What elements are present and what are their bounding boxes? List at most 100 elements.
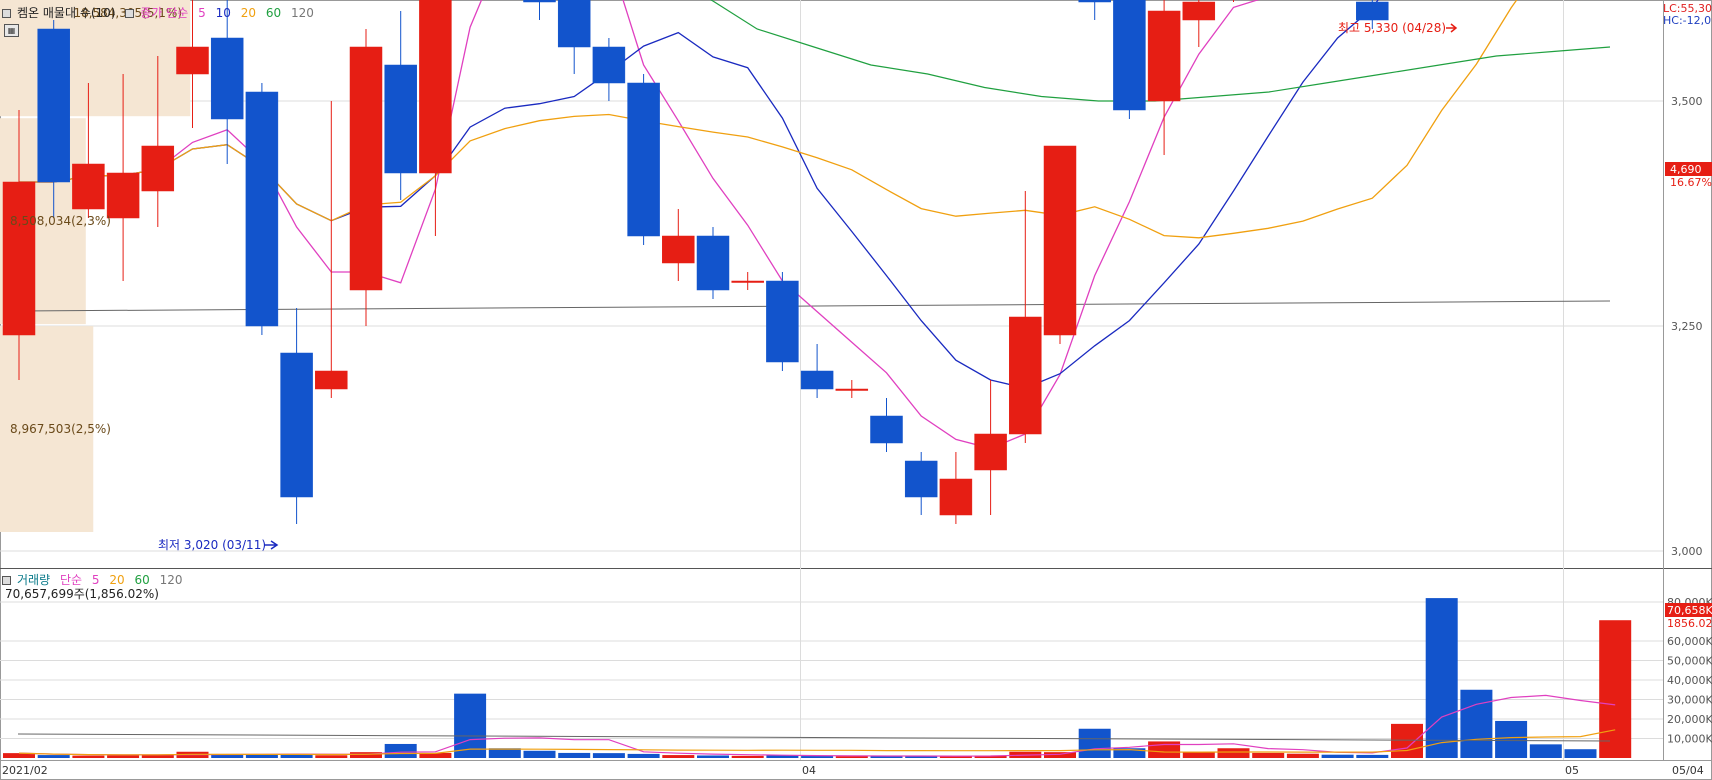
candle-body bbox=[523, 0, 556, 3]
candle-body bbox=[627, 82, 660, 237]
ma-settings-icon[interactable] bbox=[125, 9, 135, 18]
volume-bar bbox=[662, 755, 695, 758]
volume-bar bbox=[592, 753, 625, 758]
volume-bar bbox=[801, 756, 834, 758]
volume-bar bbox=[384, 743, 417, 758]
volume-bar bbox=[107, 755, 140, 758]
candlesticks bbox=[2, 0, 1389, 524]
x-axis-label: 2021/02 bbox=[2, 764, 48, 777]
volume-tick-label: 30,000K bbox=[1667, 694, 1712, 707]
candle-body bbox=[800, 370, 834, 390]
current-price-label: 4,690 bbox=[1670, 163, 1702, 176]
candle-body bbox=[1078, 0, 1111, 3]
candle-body bbox=[974, 433, 1007, 471]
ma-period-120: 120 bbox=[290, 6, 314, 20]
candle-body bbox=[1182, 1, 1216, 21]
price-panel-title[interactable]: 켐온 매물대 수(10) bbox=[17, 6, 116, 20]
hc-label: HC:-12,0 bbox=[1663, 14, 1712, 27]
low-marker-label: 최저 3,020 (03/11) bbox=[158, 538, 266, 552]
volume-bar bbox=[1460, 689, 1493, 758]
candle-body bbox=[245, 91, 279, 327]
candle-body bbox=[592, 46, 626, 84]
volume-bar bbox=[558, 752, 591, 758]
volume-bar bbox=[1217, 748, 1250, 758]
volume-bar bbox=[37, 755, 70, 758]
volume-ma-period-120: 120 bbox=[159, 573, 183, 587]
volume-bar bbox=[523, 750, 556, 758]
volume-bar bbox=[1321, 754, 1354, 758]
candle-body bbox=[1113, 0, 1146, 111]
candle-body bbox=[1009, 316, 1042, 435]
candle-body bbox=[696, 235, 730, 291]
volume-bars bbox=[3, 598, 1632, 758]
volume-ma-line-5 bbox=[18, 694, 1616, 757]
ma-period-20: 20 bbox=[240, 6, 257, 20]
volume-ma-line-120 bbox=[17, 733, 1611, 742]
volume-bar bbox=[627, 753, 660, 758]
candle-body bbox=[210, 37, 244, 120]
volume-bar bbox=[1078, 728, 1111, 758]
candle-body bbox=[1147, 10, 1181, 102]
volume-bar bbox=[835, 756, 868, 758]
volume-ma-lines bbox=[17, 694, 1616, 757]
calculator-icon[interactable]: ▦ bbox=[4, 24, 19, 37]
volume-tick-label: 60,000K bbox=[1667, 635, 1712, 648]
ma-label: 종가 단순 bbox=[140, 6, 189, 20]
volume-bar bbox=[1391, 723, 1423, 758]
volume-profile-label: 8,967,503(2,5%) bbox=[10, 422, 111, 436]
volume-panel-menu-icon[interactable] bbox=[2, 576, 11, 585]
volume-bar bbox=[454, 693, 487, 758]
volume-bar bbox=[697, 755, 729, 758]
volume-tick-label: 20,000K bbox=[1667, 713, 1712, 726]
volume-bar bbox=[280, 754, 313, 758]
candle-body bbox=[384, 64, 417, 174]
volume-bar bbox=[731, 755, 764, 758]
panel-menu-icon[interactable] bbox=[2, 9, 11, 18]
volume-tick-label: 50,000K bbox=[1667, 655, 1712, 668]
volume-bar bbox=[72, 755, 105, 758]
volume-bar bbox=[1182, 752, 1215, 758]
candle-body bbox=[1043, 145, 1077, 336]
candle-body bbox=[419, 0, 452, 174]
candle-body bbox=[939, 478, 973, 516]
volume-bar bbox=[1564, 749, 1597, 758]
price-tick-label: 3,000 bbox=[1671, 545, 1703, 558]
volume-ma-line-20 bbox=[18, 729, 1616, 756]
price-tick-label: 3,500 bbox=[1671, 95, 1703, 108]
x-axis-label: 04 bbox=[802, 764, 816, 777]
volume-bar bbox=[1425, 598, 1458, 758]
candle-body bbox=[557, 0, 591, 48]
candle-body bbox=[731, 280, 764, 283]
x-axis-label: 05/04 bbox=[1672, 764, 1704, 777]
volume-bar bbox=[1252, 752, 1285, 758]
volume-bar bbox=[1356, 754, 1389, 758]
volume-bar bbox=[1286, 753, 1319, 758]
candle-body bbox=[349, 46, 383, 291]
volume-bar bbox=[245, 754, 278, 758]
candle-body bbox=[37, 28, 70, 183]
current-volume-pct-label: 1856.02 bbox=[1667, 617, 1712, 630]
candle-body bbox=[315, 370, 348, 390]
high-marker-arrow bbox=[1446, 23, 1458, 33]
candle-body bbox=[2, 181, 36, 336]
candle-body bbox=[106, 172, 140, 219]
volume-bar bbox=[315, 755, 348, 758]
candle-body bbox=[766, 280, 799, 363]
volume-tick-label: 40,000K bbox=[1667, 674, 1712, 687]
candle-body bbox=[870, 415, 903, 444]
high-marker-label: 최고 5,330 (04/28) bbox=[1338, 21, 1446, 35]
volume-bar bbox=[1495, 720, 1528, 758]
ma-period-5: 5 bbox=[198, 6, 206, 20]
candle-body bbox=[662, 235, 695, 264]
price-panel-header: 켐온 매물대 수(10) 종가 단순 5 10 20 60 120 bbox=[2, 4, 320, 21]
candle-body bbox=[1356, 1, 1389, 21]
candle-body bbox=[176, 46, 209, 75]
current-volume-label: 70,658K bbox=[1667, 604, 1712, 617]
stock-chart: 8,967,503(2,5%)8,508,034(2,3%)18,584,305… bbox=[0, 0, 1712, 780]
ma-period-10: 10 bbox=[215, 6, 231, 20]
current-change-label: 16.67% bbox=[1670, 176, 1712, 189]
ma-period-60: 60 bbox=[265, 6, 282, 20]
candle-body bbox=[141, 145, 175, 192]
chart-window: 8,967,503(2,5%)8,508,034(2,3%)18,584,305… bbox=[0, 0, 1712, 780]
volume-bar bbox=[1529, 744, 1562, 758]
